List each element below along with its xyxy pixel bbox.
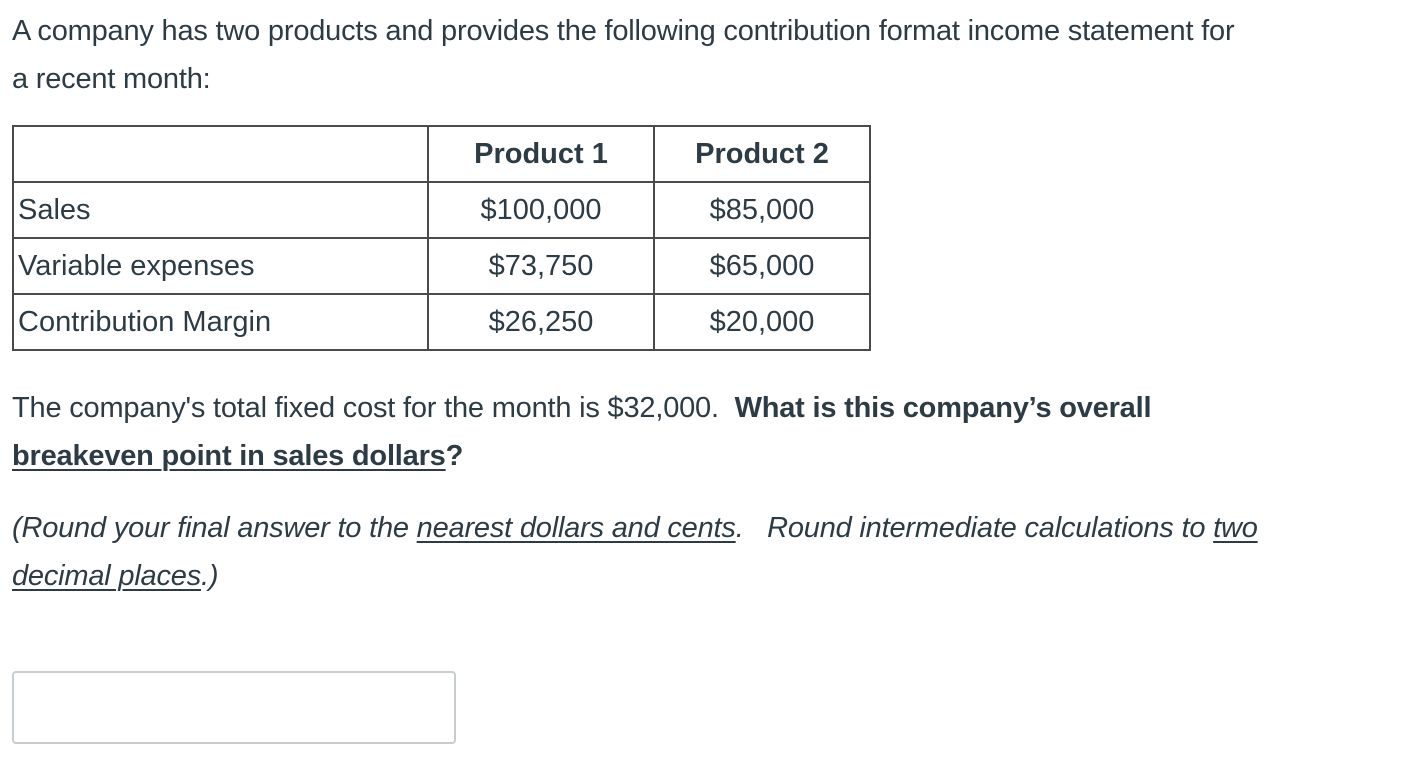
question-prompt: What is this company’s overall [734,392,1152,424]
table-row-sales: Sales $100,000 $85,000 [12,181,871,239]
intro-line-1: A company has two products and provides … [12,15,1235,47]
intro-paragraph: A company has two products and provides … [12,7,1235,103]
table-row-contribution-margin: Contribution Margin $26,250 $20,000 [12,293,871,351]
answer-input[interactable] [12,671,456,744]
cell-product-1: $100,000 [427,181,655,239]
rounding-instructions: (Round your final answer to the nearest … [12,504,1258,600]
instructions-emphasis-decimal-places: decimal places [12,560,202,592]
cell-product-1: $73,750 [427,237,655,295]
row-label: Sales [12,181,429,239]
instructions-part-1: (Round your final answer to the [12,512,417,544]
cell-product-2: $85,000 [653,181,871,239]
row-label: Contribution Margin [12,293,429,351]
cell-product-2: $65,000 [653,237,871,295]
instructions-emphasis-nearest: nearest dollars and cents [416,512,736,544]
question-paragraph: The company's total fixed cost for the m… [12,384,1152,480]
income-statement-table: Product 1 Product 2 Sales $100,000 $85,0… [12,125,871,351]
table-row-variable-expenses: Variable expenses $73,750 $65,000 [12,237,871,295]
table-header-row: Product 1 Product 2 [12,125,871,183]
instructions-part-2: . Round intermediate calculations to [735,512,1214,544]
row-label: Variable expenses [12,237,429,295]
cell-product-1: $26,250 [427,293,655,351]
cell-product-2: $20,000 [653,293,871,351]
question-statement: The company's total fixed cost for the m… [12,392,735,424]
header-product-2: Product 2 [653,125,871,183]
header-blank [12,125,429,183]
instructions-emphasis-two: two [1213,512,1258,544]
intro-line-2: a recent month: [12,63,211,95]
instructions-part-3: .) [201,560,219,592]
header-product-1: Product 1 [427,125,655,183]
question-emphasis: breakeven point in sales dollars [12,440,446,472]
question-mark: ? [445,440,464,472]
